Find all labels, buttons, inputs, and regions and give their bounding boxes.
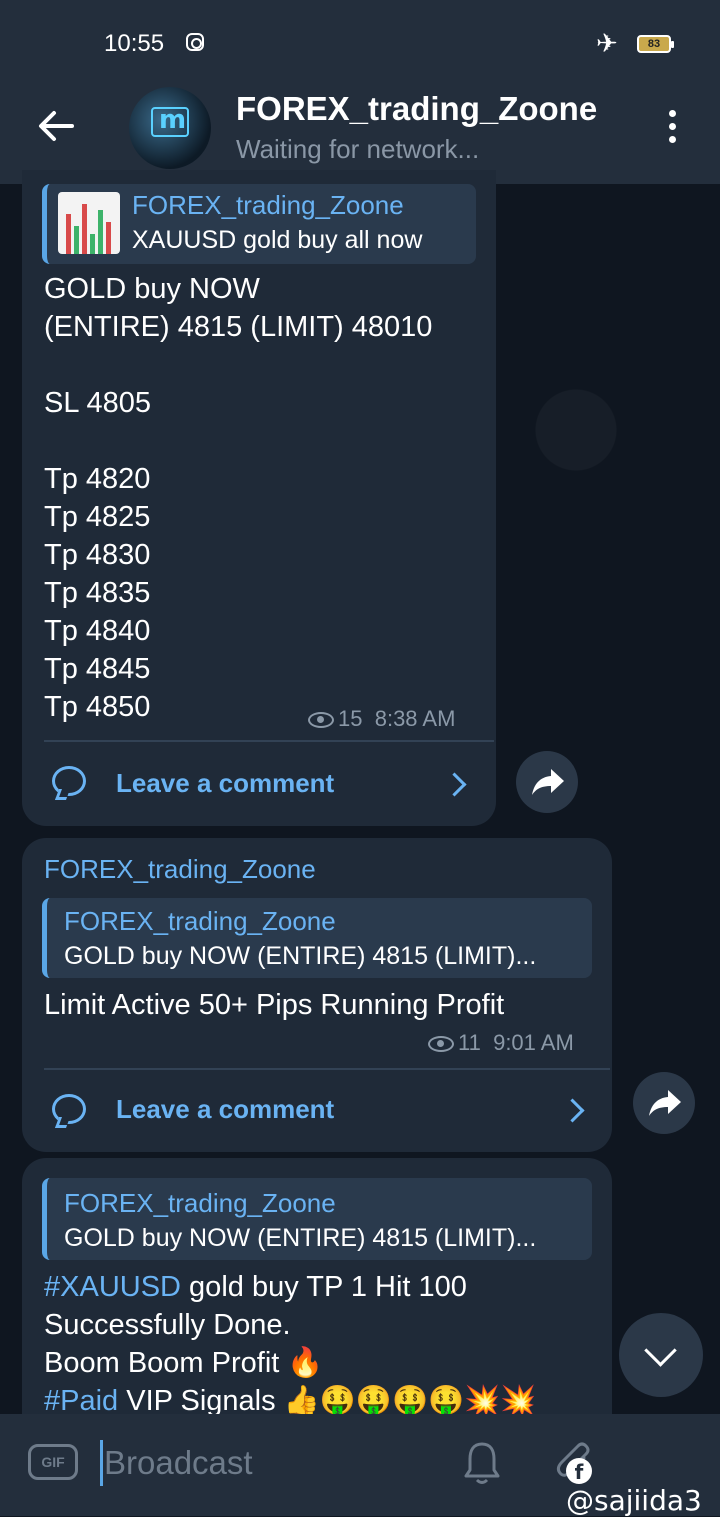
reply-sender: FOREX_trading_Zoone xyxy=(132,190,404,220)
scroll-down-button[interactable] xyxy=(619,1313,703,1397)
message-text: Successfully Done. xyxy=(44,1309,291,1341)
forward-button[interactable] xyxy=(516,751,578,813)
watermark: f@sajiida3 xyxy=(566,1458,702,1517)
status-time: 10:55 xyxy=(104,30,165,57)
reply-text: XAUUSD gold buy all now xyxy=(132,226,423,254)
message-meta: 15 8:38 AM xyxy=(308,706,455,732)
message-time: 9:01 AM xyxy=(493,1030,574,1055)
divider xyxy=(44,740,494,742)
channel-title[interactable]: FOREX_trading_Zoone xyxy=(236,90,597,128)
facebook-icon: f xyxy=(566,1458,592,1484)
leave-comment-link[interactable]: Leave a comment xyxy=(116,768,334,799)
reply-thumbnail xyxy=(58,192,120,254)
views-icon xyxy=(428,1036,454,1052)
comment-icon[interactable] xyxy=(52,766,86,796)
airplane-mode-icon: ✈ xyxy=(596,28,618,58)
instagram-icon xyxy=(186,33,204,51)
channel-avatar[interactable] xyxy=(129,87,211,169)
more-options-icon[interactable] xyxy=(664,110,680,146)
reply-text: GOLD buy NOW (ENTIRE) 4815 (LIMIT)... xyxy=(64,942,537,970)
forward-icon xyxy=(532,769,564,795)
bell-icon[interactable] xyxy=(462,1440,502,1486)
reply-sender: FOREX_trading_Zoone xyxy=(64,906,336,936)
view-count: 15 xyxy=(338,706,363,731)
hashtag-link[interactable]: #Paid xyxy=(44,1385,118,1417)
battery-icon: 83 xyxy=(637,35,674,53)
comment-icon[interactable] xyxy=(52,1094,86,1124)
message-meta: 11 9:01 AM xyxy=(428,1030,574,1056)
back-arrow-icon[interactable] xyxy=(36,106,76,146)
forward-icon xyxy=(649,1090,681,1116)
message-text: Boom Boom Profit 🔥 xyxy=(44,1347,324,1379)
message-time: 8:38 AM xyxy=(374,706,456,731)
message-input[interactable]: Broadcast xyxy=(104,1444,253,1482)
text-caret xyxy=(100,1440,103,1486)
reply-sender: FOREX_trading_Zoone xyxy=(64,1188,336,1218)
leave-comment-link[interactable]: Leave a comment xyxy=(116,1094,334,1125)
forward-button[interactable] xyxy=(633,1072,695,1134)
message-sender: FOREX_trading_Zoone xyxy=(44,854,316,884)
view-count: 11 xyxy=(458,1030,481,1055)
divider xyxy=(44,1068,610,1070)
channel-status: Waiting for network... xyxy=(236,134,480,164)
reply-text: GOLD buy NOW (ENTIRE) 4815 (LIMIT)... xyxy=(64,1224,537,1252)
views-icon xyxy=(308,712,334,728)
gif-button[interactable]: GIF xyxy=(28,1444,78,1480)
message-text: GOLD buy NOW (ENTIRE) 4815 (LIMIT) 48010… xyxy=(44,273,433,723)
message-text: #XAUUSD gold buy TP 1 Hit 100 xyxy=(44,1271,467,1303)
message-text: Limit Active 50+ Pips Running Profit xyxy=(44,989,505,1021)
hashtag-link[interactable]: #XAUUSD xyxy=(44,1271,181,1303)
